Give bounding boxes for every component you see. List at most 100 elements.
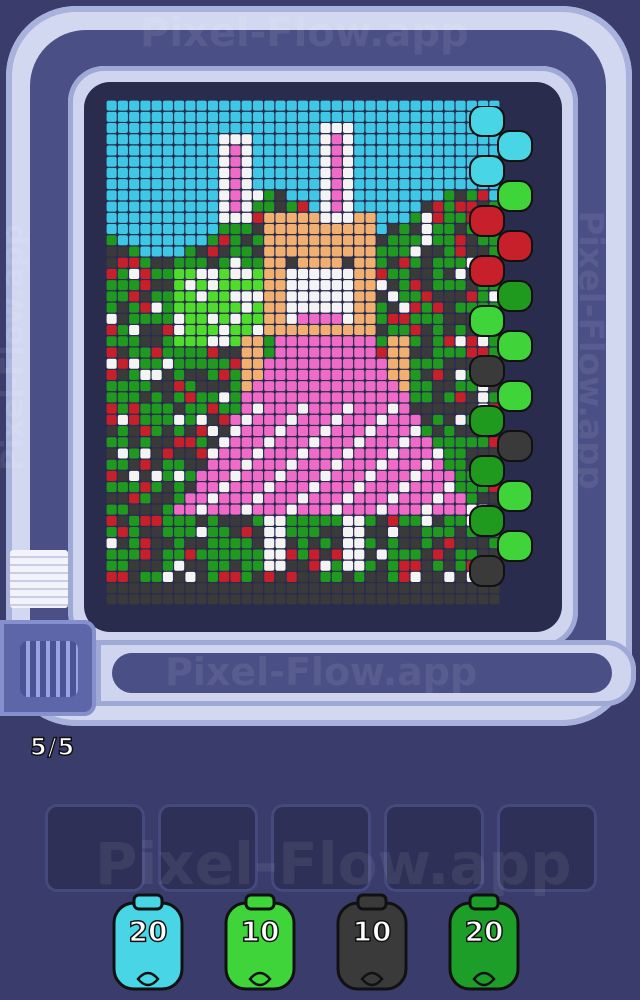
pixel-cell	[399, 515, 410, 526]
pixel-cell	[252, 369, 263, 380]
pixel-cell	[376, 594, 387, 605]
pixel-cell	[140, 167, 151, 178]
pixel-art-grid[interactable]	[106, 100, 500, 605]
holding-slot[interactable]	[384, 804, 484, 892]
pixel-cell	[117, 145, 128, 156]
pixel-cell	[421, 426, 432, 437]
pixel-cell	[230, 212, 241, 223]
pixel-cell	[297, 190, 309, 201]
pixel-cell	[399, 470, 410, 481]
pixel-cell	[343, 235, 354, 246]
pixel-cell	[444, 224, 455, 235]
pixel-cell	[275, 527, 286, 538]
pixel-cell	[185, 280, 196, 291]
pixel-cell	[421, 549, 432, 560]
pixel-cell	[275, 583, 286, 594]
pixel-cell	[354, 583, 365, 594]
pixel-cell	[185, 560, 196, 571]
pixel-cell	[140, 134, 151, 145]
pixel-cell	[162, 527, 173, 538]
pixel-cell	[219, 414, 230, 425]
pixel-cell	[444, 201, 455, 212]
pixel-cell	[286, 123, 297, 134]
pixel-cell	[297, 369, 309, 380]
pixel-cell	[230, 504, 241, 515]
pixel-cell	[444, 414, 455, 425]
holding-slot[interactable]	[158, 804, 258, 892]
pixel-cell	[410, 134, 421, 145]
pixel-cell	[219, 190, 230, 201]
pixel-cell	[444, 268, 455, 279]
shooter-green[interactable]: 10	[224, 893, 296, 993]
pixel-cell	[151, 515, 162, 526]
pixel-cell	[388, 594, 399, 605]
shooter-black[interactable]: 10	[336, 893, 408, 993]
pixel-cell	[388, 459, 399, 470]
pixel-cell	[320, 268, 331, 279]
pixel-cell	[388, 571, 399, 582]
pixel-cell	[117, 291, 128, 302]
pixel-cell	[207, 381, 218, 392]
pixel-cell	[252, 414, 263, 425]
pixel-cell	[399, 336, 410, 347]
pixel-cell	[286, 549, 297, 560]
pixel-cell	[162, 167, 173, 178]
pixel-cell	[264, 190, 275, 201]
pixel-cell	[140, 571, 151, 582]
pixel-cell	[399, 392, 410, 403]
pixel-cell	[410, 145, 421, 156]
pixel-cell	[410, 246, 421, 257]
pixel-cell	[421, 594, 432, 605]
pixel-cell	[297, 437, 309, 448]
pixel-cell	[388, 392, 399, 403]
pixel-cell	[297, 538, 309, 549]
pixel-cell	[309, 347, 320, 358]
pixel-cell	[365, 571, 376, 582]
holding-slot[interactable]	[271, 804, 371, 892]
shooter-cap	[356, 893, 388, 911]
pixel-cell	[297, 156, 309, 167]
pixel-cell	[264, 414, 275, 425]
pixel-cell	[376, 414, 387, 425]
pixel-cell	[376, 560, 387, 571]
pixel-cell	[410, 313, 421, 324]
shooter-darkgreen[interactable]: 20	[448, 893, 520, 993]
pixel-cell	[252, 325, 263, 336]
holding-slot[interactable]	[45, 804, 145, 892]
pixel-cell	[106, 560, 117, 571]
pixel-cell	[129, 212, 140, 223]
pixel-cell	[444, 100, 455, 111]
pixel-cell	[162, 437, 173, 448]
pixel-cell	[376, 302, 387, 313]
pixel-cell	[309, 212, 320, 223]
pixel-cell	[376, 167, 387, 178]
shooter-cyan[interactable]: 20	[112, 893, 184, 993]
pixel-cell	[343, 179, 354, 190]
holding-slot[interactable]	[497, 804, 597, 892]
pixel-cell	[185, 403, 196, 414]
pixel-cell	[376, 190, 387, 201]
pixel-cell	[399, 179, 410, 190]
pixel-cell	[444, 583, 455, 594]
pixel-cell	[252, 426, 263, 437]
pixel-cell	[331, 156, 342, 167]
pixel-cell	[117, 392, 128, 403]
pixel-cell	[343, 414, 354, 425]
pixel-cell	[444, 280, 455, 291]
pixel-cell	[410, 291, 421, 302]
pixel-cell	[444, 426, 455, 437]
pixel-cell	[275, 560, 286, 571]
pixel-cell	[207, 212, 218, 223]
pixel-cell	[207, 527, 218, 538]
pixel-cell	[219, 145, 230, 156]
pixel-cell	[433, 538, 444, 549]
pixel-cell	[207, 437, 218, 448]
pixel-cell	[275, 100, 286, 111]
shooter-snake	[469, 106, 533, 587]
pixel-cell	[421, 571, 432, 582]
pixel-cell	[388, 426, 399, 437]
pixel-cell	[444, 325, 455, 336]
pixel-cell	[162, 583, 173, 594]
pixel-cell	[129, 392, 140, 403]
pixel-cell	[241, 538, 252, 549]
